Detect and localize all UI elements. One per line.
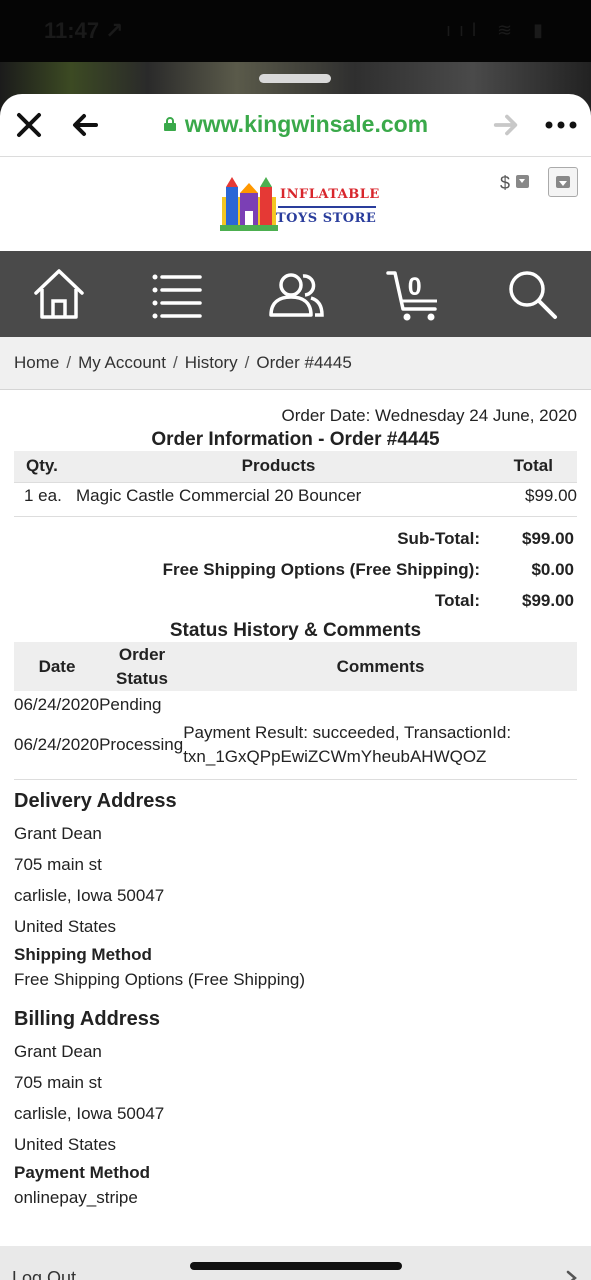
col-comments: Comments: [336, 656, 425, 676]
item-qty: 1 ea.: [14, 481, 70, 510]
history-cell: 06/24/2020Pending: [14, 691, 577, 715]
nav-account[interactable]: [236, 251, 354, 337]
arrow-right-icon[interactable]: [492, 110, 520, 140]
browser-toolbar: www.kingwinsale.com: [0, 94, 591, 157]
comment-line1: Payment Result: succeeded, TransactionId…: [183, 723, 512, 742]
logout-label: Log Out: [12, 1268, 77, 1280]
status-icons: ııl ≋ ▮: [446, 20, 551, 40]
payment-method-label: Payment Method: [14, 1163, 151, 1182]
history-date: 06/24/2020: [14, 694, 100, 714]
col-status-line2: Status: [116, 668, 168, 688]
order-date: Order Date: Wednesday 24 June, 2020: [281, 406, 577, 425]
search-icon: [509, 271, 557, 319]
logo-divider: [278, 206, 376, 208]
home-icon: [34, 269, 84, 319]
sheet-grabber[interactable]: [259, 74, 331, 83]
history-comment: Payment Result: succeeded, TransactionId…: [183, 721, 511, 769]
nav-menu[interactable]: [118, 251, 236, 337]
breadcrumb-history[interactable]: History: [185, 353, 238, 372]
account-icon: [268, 273, 324, 317]
delivery-country: United States: [14, 917, 117, 936]
col-products: Products: [241, 456, 316, 476]
divider: [14, 779, 577, 780]
shipping-label: Free Shipping Options (Free Shipping):: [162, 560, 480, 579]
order-content: Order Date: Wednesday 24 June, 2020 Orde…: [0, 406, 591, 1208]
col-total: Total: [513, 456, 553, 476]
item-total: $99.00: [487, 481, 577, 510]
logo-line1: INFLATABLE: [280, 187, 380, 202]
breadcrumb: Home / My Account / History / Order #4445: [0, 337, 591, 390]
cart-count: 0: [407, 273, 422, 301]
billing-city: carlisle, Iowa 50047: [14, 1104, 165, 1123]
total-row: Total: $99.00: [14, 591, 577, 622]
col-order-status: Order Status: [100, 642, 184, 691]
breadcrumb-separator: /: [172, 353, 178, 372]
subtotal-label: Sub-Total:: [397, 529, 480, 548]
table-row: 06/24/2020Pending: [14, 691, 577, 715]
delivery-street: 705 main st: [14, 855, 102, 874]
billing-name: Grant Dean: [14, 1042, 102, 1061]
dropdown-toggle-button[interactable]: [548, 167, 578, 197]
table-row: 06/24/2020 Processing Payment Result: suc…: [14, 715, 577, 769]
more-icon[interactable]: [544, 118, 578, 132]
status-bar: 11:47 ↗ ııl ≋ ▮: [0, 0, 591, 62]
menu-list-icon: [152, 274, 203, 319]
shipping-method-label: Shipping Method: [14, 945, 152, 964]
item-product[interactable]: Magic Castle Commercial 20 Bouncer: [70, 481, 487, 510]
lock-icon: [163, 117, 176, 131]
history-entry: 06/24/2020 Processing Payment Result: suc…: [14, 721, 577, 769]
castle-logo-icon: [220, 177, 278, 231]
breadcrumb-separator: /: [244, 353, 250, 372]
nav-search[interactable]: [473, 251, 591, 337]
col-qty: Qty.: [26, 456, 58, 476]
status-time: 11:47 ↗: [44, 18, 124, 43]
history-cell: 06/24/2020 Processing Payment Result: suc…: [14, 715, 577, 769]
delivery-address-title: Delivery Address: [14, 790, 177, 812]
shipping-method-value: Free Shipping Options (Free Shipping): [14, 970, 306, 989]
products-header: Qty. Products Total: [14, 451, 577, 482]
shipping-row: Free Shipping Options (Free Shipping): $…: [14, 560, 577, 591]
breadcrumb-order[interactable]: Order #4445: [256, 353, 351, 372]
comment-line2: txn_1GxQPpEwiZCWmYheubAHWQOZ: [183, 747, 487, 766]
nav-cart[interactable]: 0: [355, 251, 473, 337]
billing-street: 705 main st: [14, 1073, 102, 1092]
browser-sheet: www.kingwinsale.com INFLATABLE TOYS STOR…: [0, 94, 591, 1280]
col-status-line1: Order: [118, 644, 166, 664]
order-info-title: Order Information - Order #4445: [151, 429, 440, 450]
billing-address-title: Billing Address: [14, 1008, 160, 1030]
main-nav: 0: [0, 251, 591, 337]
shipping-value: $0.00: [531, 560, 574, 579]
billing-country: United States: [14, 1135, 117, 1154]
nav-home[interactable]: [0, 251, 118, 337]
total-label: Total:: [434, 591, 480, 610]
currency-symbol: $: [500, 173, 511, 193]
status-history-table: Date Order Status Comments 06/24/2020Pend…: [14, 642, 577, 769]
order-totals: Sub-Total: $99.00 Free Shipping Options …: [14, 516, 577, 622]
products-table: Qty. Products Total 1 ea. Magic Castle C…: [14, 451, 577, 510]
currency-selector[interactable]: $: [500, 173, 530, 194]
subtotal-row: Sub-Total: $99.00: [14, 529, 577, 560]
subtotal-value: $99.00: [522, 529, 574, 548]
home-indicator[interactable]: [190, 1262, 402, 1270]
status-history-title: Status History & Comments: [169, 620, 422, 641]
url-text: www.kingwinsale.com: [184, 111, 429, 137]
payment-method-value: onlinepay_stripe: [14, 1188, 138, 1207]
chevron-right-icon: [566, 1270, 577, 1280]
history-header: Date Order Status Comments: [14, 642, 577, 691]
table-row: 1 ea. Magic Castle Commercial 20 Bouncer…: [14, 481, 577, 510]
history-date: 06/24/2020: [14, 735, 100, 754]
site-header: INFLATABLE TOYS STORE $: [0, 157, 591, 251]
logo-line2: TOYS STORE: [276, 211, 377, 226]
history-status: Pending: [99, 694, 162, 714]
breadcrumb-home[interactable]: Home: [14, 353, 59, 372]
delivery-name: Grant Dean: [14, 824, 102, 843]
delivery-city: carlisle, Iowa 50047: [14, 886, 165, 905]
chevron-down-icon: [516, 175, 530, 188]
history-status: Processing: [99, 735, 184, 754]
total-value: $99.00: [522, 591, 574, 610]
col-date: Date: [38, 656, 76, 676]
breadcrumb-separator: /: [66, 353, 72, 372]
store-logo[interactable]: INFLATABLE TOYS STORE: [218, 175, 380, 233]
breadcrumb-my-account[interactable]: My Account: [78, 353, 166, 372]
